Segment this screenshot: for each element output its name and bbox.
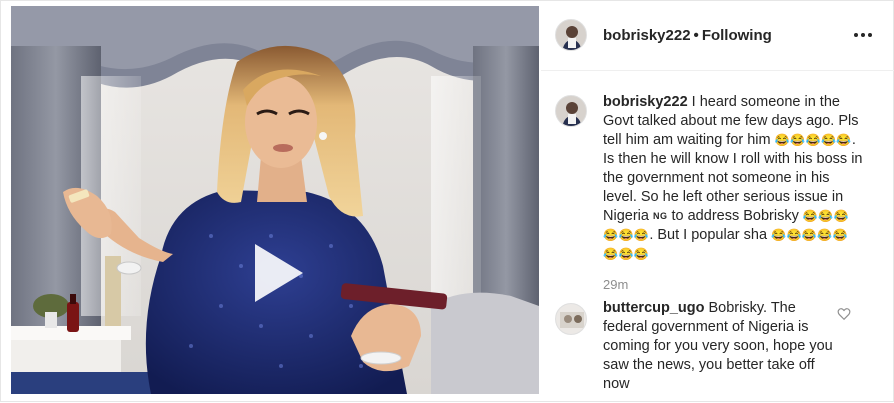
author-avatar[interactable] xyxy=(555,19,587,51)
caption-part-4: . But I popular sha xyxy=(649,227,768,243)
caption-username[interactable]: bobrisky222 xyxy=(603,94,688,110)
following-button[interactable]: Following xyxy=(702,27,772,44)
more-options-icon-dot xyxy=(868,33,872,37)
commenter-avatar[interactable] xyxy=(555,303,587,335)
caption-author-avatar[interactable] xyxy=(555,95,587,127)
post-video[interactable] xyxy=(11,6,539,394)
comment-text: buttercup_ugo Bobrisky. The federal gover… xyxy=(603,299,841,394)
post-header: bobrisky222 • Following xyxy=(541,1,894,71)
commenter-username[interactable]: buttercup_ugo xyxy=(603,300,705,316)
post-timestamp[interactable]: 29m xyxy=(603,277,628,292)
more-options-button[interactable] xyxy=(851,23,875,47)
more-options-icon xyxy=(854,33,858,37)
heart-icon xyxy=(837,308,851,321)
nigeria-flag-text: NG xyxy=(652,211,668,221)
post-side-panel: bobrisky222 • Following bobrisky222 I heard… xyxy=(541,1,894,403)
video-frame-illustration xyxy=(11,6,539,394)
header-text: bobrisky222 • Following xyxy=(603,27,772,45)
more-options-icon-dot xyxy=(861,33,865,37)
like-comment-button[interactable] xyxy=(837,307,851,321)
caption-text: bobrisky222 I heard someone in the Govt t… xyxy=(603,93,863,264)
play-button[interactable] xyxy=(241,238,311,308)
caption-part-3: to address Bobrisky xyxy=(671,208,799,224)
instagram-post: bobrisky222 • Following bobrisky222 I heard… xyxy=(0,0,894,402)
author-username[interactable]: bobrisky222 xyxy=(603,27,691,44)
caption-emoji-run-1: 😂😂😂😂😂 xyxy=(774,133,852,147)
play-icon xyxy=(255,244,303,302)
header-separator: • xyxy=(693,27,699,44)
